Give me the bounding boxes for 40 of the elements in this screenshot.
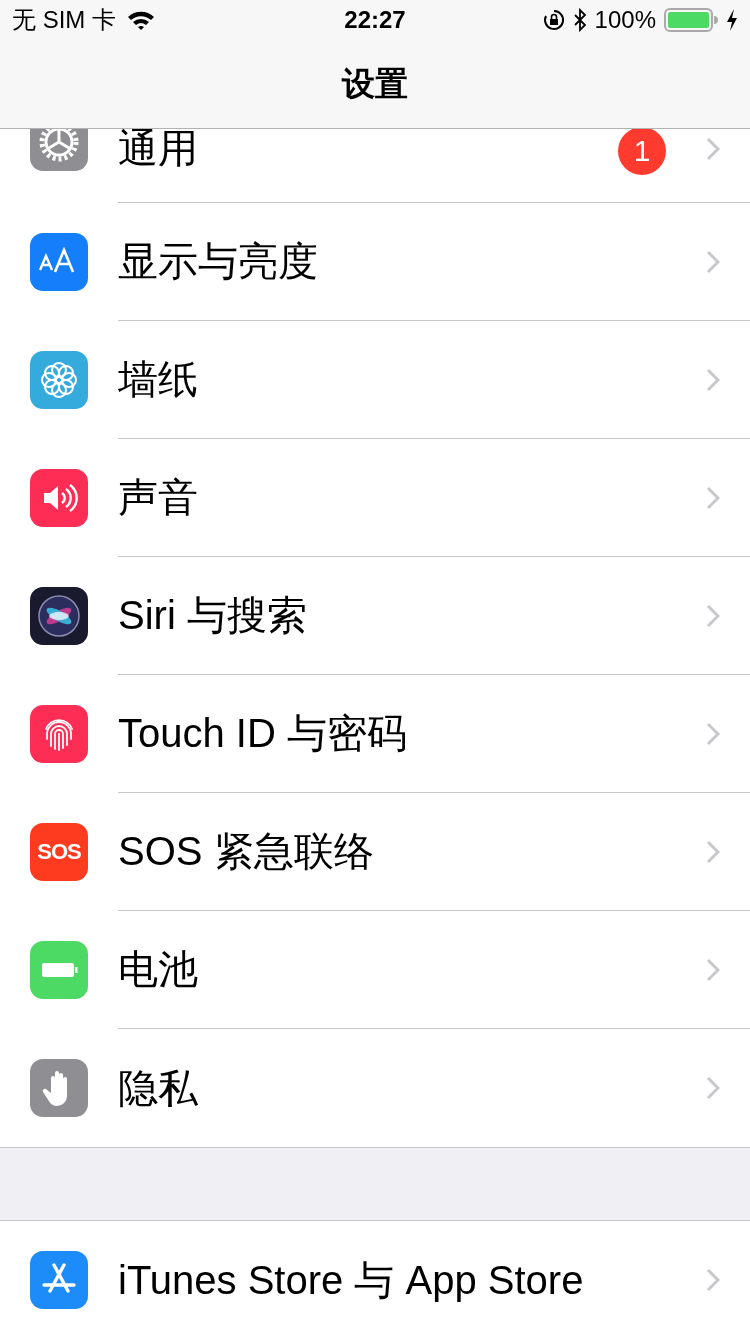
- settings-row[interactable]: Touch ID 与密码: [0, 675, 750, 793]
- notification-badge: 1: [618, 129, 666, 175]
- chevron-icon: [706, 721, 720, 746]
- row-label: 隐私: [118, 1064, 199, 1112]
- row-label: 声音: [118, 474, 199, 521]
- chevron-icon: [706, 137, 720, 161]
- chevron-icon: [706, 957, 720, 982]
- chevron-icon: [706, 839, 720, 864]
- chevron-icon: [706, 367, 720, 392]
- settings-row[interactable]: 电池: [0, 911, 750, 1029]
- sos-text: SOS: [37, 839, 81, 865]
- row-label: Siri 与搜索: [118, 592, 308, 639]
- row-label: SOS 紧急联络: [118, 828, 375, 875]
- row-label: iTunes Store 与 App Store: [118, 1256, 585, 1304]
- chevron-icon: [706, 485, 720, 510]
- chevron-icon: [706, 603, 720, 628]
- settings-row[interactable]: SOS SOS 紧急联络: [0, 793, 750, 911]
- row-label: 显示与亮度: [118, 238, 319, 285]
- row-label: 通用: [118, 129, 199, 169]
- settings-row[interactable]: 墙纸: [0, 321, 750, 439]
- row-label: 墙纸: [118, 356, 199, 403]
- settings-row[interactable]: 显示与亮度: [0, 203, 750, 321]
- chevron-icon: [706, 1076, 720, 1100]
- settings-row[interactable]: iTunes Store 与 App Store: [0, 1221, 750, 1334]
- row-label: 电池: [118, 946, 199, 993]
- chevron-icon: [706, 1268, 720, 1292]
- wifi-icon: [126, 9, 156, 31]
- settings-row[interactable]: Siri 与搜索: [0, 557, 750, 675]
- clock-time: 22:27: [344, 6, 406, 34]
- battery-icon: [664, 8, 718, 32]
- rotation-lock-icon: [542, 9, 565, 31]
- chevron-icon: [706, 249, 720, 274]
- settings-row[interactable]: 隐私: [0, 1029, 750, 1147]
- bluetooth-icon: [572, 8, 587, 32]
- battery-percent: 100%: [594, 6, 656, 34]
- row-label: Touch ID 与密码: [118, 710, 408, 757]
- settings-row[interactable]: 声音: [0, 439, 750, 557]
- page-title: 设置: [342, 63, 408, 104]
- settings-row[interactable]: 通用 1: [0, 129, 750, 203]
- carrier-text: 无 SIM 卡: [12, 5, 116, 35]
